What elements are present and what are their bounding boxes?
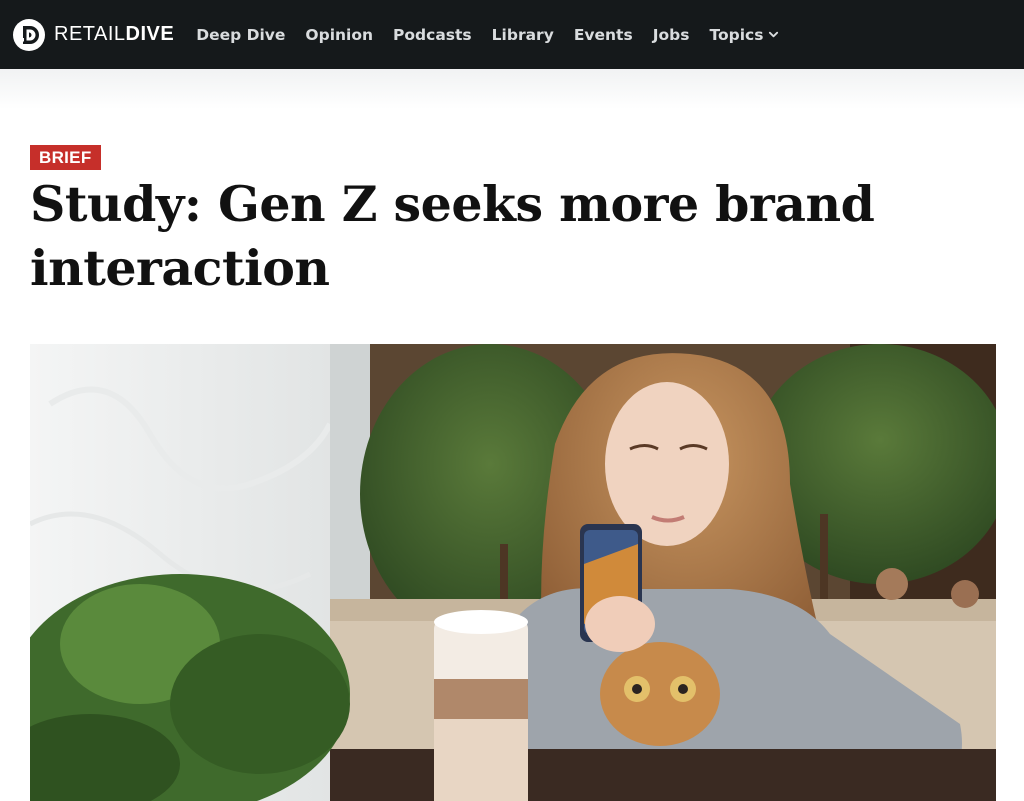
retail-dive-logo-icon <box>13 18 45 51</box>
nav-item-events[interactable]: Events <box>574 26 633 44</box>
site-logo[interactable]: RETAILDIVE <box>12 0 174 69</box>
nav-item-deep-dive[interactable]: Deep Dive <box>196 26 285 44</box>
top-navigation-bar: RETAILDIVE Deep Dive Opinion Podcasts Li… <box>0 0 1024 69</box>
brand-name: RETAILDIVE <box>54 23 174 46</box>
article-headline: Study: Gen Z seeks more brand interactio… <box>30 175 875 297</box>
nav-item-topics[interactable]: Topics <box>709 26 779 44</box>
article-hero-image <box>30 344 996 801</box>
nav-item-jobs[interactable]: Jobs <box>653 26 690 44</box>
nav-item-podcasts[interactable]: Podcasts <box>393 26 472 44</box>
chevron-down-icon <box>769 31 779 38</box>
brand-name-bold: DIVE <box>125 23 175 45</box>
article-type-badge: BRIEF <box>30 145 101 170</box>
hero-photo-illustration <box>30 344 996 801</box>
nav-item-library[interactable]: Library <box>492 26 554 44</box>
nav-item-topics-label: Topics <box>709 25 764 44</box>
nav-shadow <box>0 69 1024 109</box>
brand-name-light: RETAIL <box>54 23 126 45</box>
primary-nav: Deep Dive Opinion Podcasts Library Event… <box>196 26 799 44</box>
nav-item-opinion[interactable]: Opinion <box>305 26 373 44</box>
